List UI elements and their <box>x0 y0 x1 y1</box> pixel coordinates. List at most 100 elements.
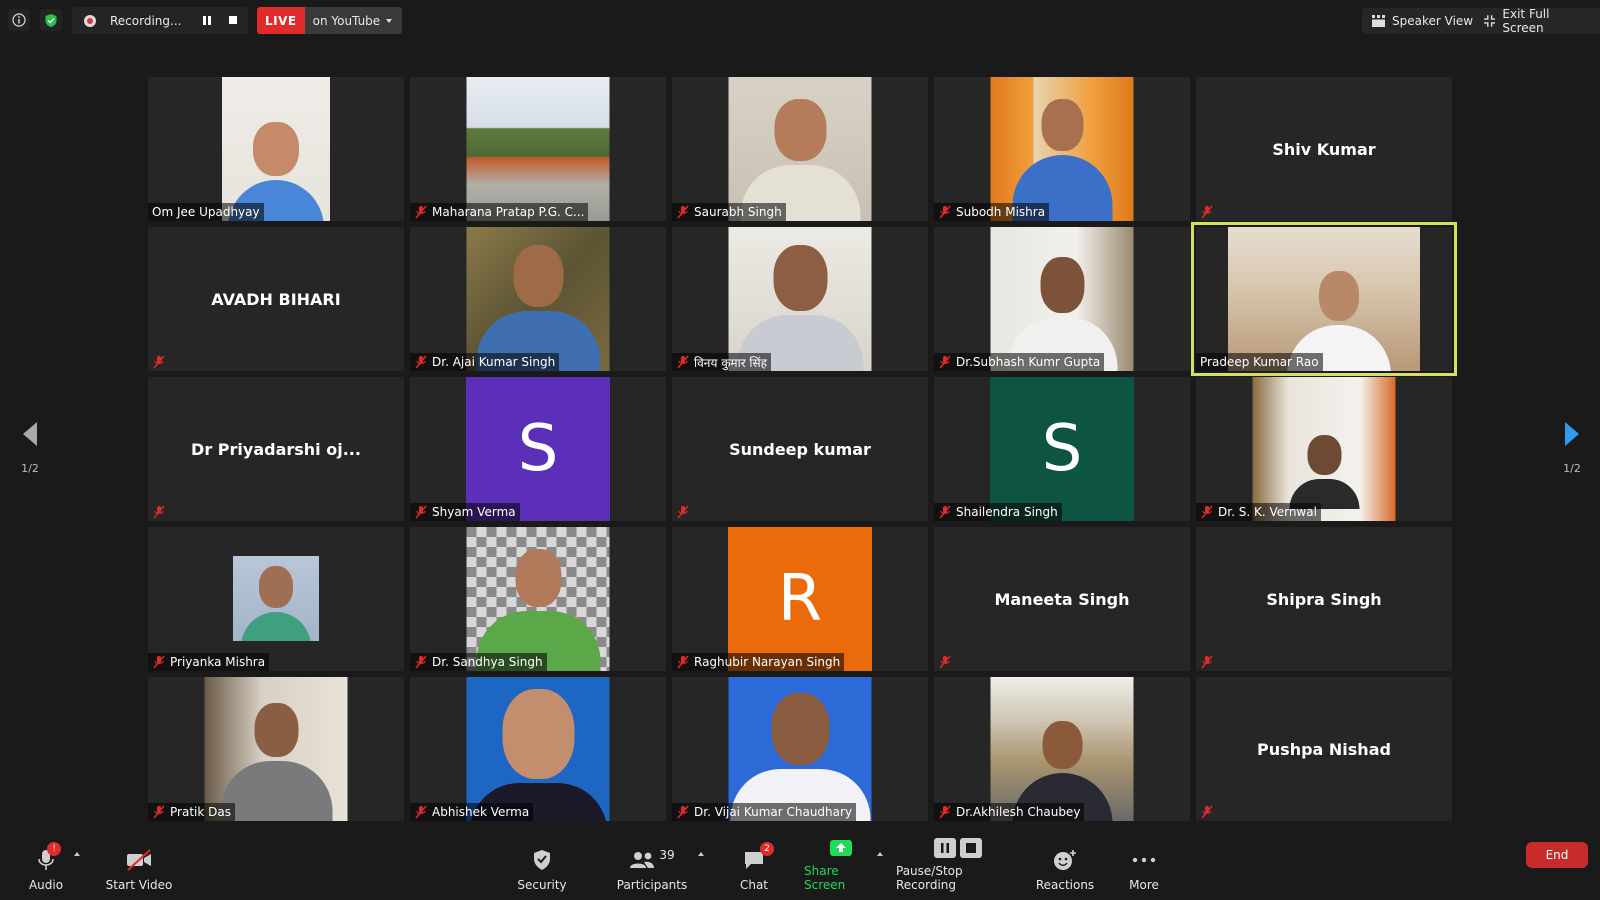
audio-button[interactable]: ! Audio <box>24 836 68 900</box>
participant-video <box>728 227 872 371</box>
more-icon <box>1132 857 1156 863</box>
participant-tile[interactable]: Sundeep kumar <box>672 377 928 521</box>
participant-name: Dr. Ajai Kumar Singh <box>432 355 556 369</box>
pause-recording-icon[interactable] <box>200 13 214 27</box>
mic-muted-icon <box>676 655 690 669</box>
mic-muted-icon <box>414 355 428 369</box>
participant-video <box>1228 227 1420 371</box>
end-meeting-button[interactable]: End <box>1526 842 1588 868</box>
previous-page-button[interactable]: 1/2 <box>10 420 50 475</box>
shield-icon[interactable] <box>40 9 62 31</box>
participant-tile[interactable]: विनय कुमार सिंह <box>672 227 928 371</box>
participant-video <box>990 77 1134 221</box>
audio-options-chevron-icon[interactable] <box>74 852 80 856</box>
participant-display-name: Maneeta Singh <box>994 589 1130 609</box>
speaker-view-icon <box>1372 15 1385 27</box>
participant-display-name: Shiv Kumar <box>1272 139 1376 159</box>
avatar: S <box>990 377 1134 521</box>
participant-name: Dr. Sandhya Singh <box>432 655 543 669</box>
participant-tile[interactable]: Saurabh Singh <box>672 77 928 221</box>
participant-video <box>728 77 872 221</box>
chevron-down-icon <box>386 18 393 23</box>
mic-muted-icon <box>938 805 952 819</box>
more-button[interactable]: More <box>1124 836 1164 900</box>
participant-name: Abhishek Verma <box>432 805 530 819</box>
participant-display-name: Pushpa Nishad <box>1257 739 1391 759</box>
participant-name: Pradeep Kumar Rao <box>1200 355 1319 369</box>
pause-stop-recording-button[interactable]: Pause/Stop Recording <box>896 836 1020 900</box>
mic-muted-icon <box>938 505 952 519</box>
participant-tile[interactable]: AVADH BIHARI <box>148 227 404 371</box>
start-video-button[interactable]: Start Video <box>104 836 174 900</box>
participant-tile[interactable]: R Raghubir Narayan Singh <box>672 527 928 671</box>
info-icon[interactable] <box>8 9 30 31</box>
participant-name: Priyanka Mishra <box>170 655 266 669</box>
participants-button[interactable]: 39 Participants <box>614 836 690 900</box>
participant-tile[interactable]: Dr. Sandhya Singh <box>410 527 666 671</box>
participant-name: Shyam Verma <box>432 505 516 519</box>
participant-tile[interactable]: Subodh Mishra <box>934 77 1190 221</box>
mic-muted-icon <box>414 655 428 669</box>
stop-recording-icon[interactable] <box>226 13 240 27</box>
participant-tile[interactable]: Maneeta Singh <box>934 527 1190 671</box>
participant-tile[interactable]: Maharana Pratap P.G. C... <box>410 77 666 221</box>
participant-tile[interactable]: Shiv Kumar <box>1196 77 1452 221</box>
participant-tile[interactable]: Abhishek Verma <box>410 677 666 821</box>
reactions-button[interactable]: Reactions <box>1036 836 1094 900</box>
live-stream-button[interactable]: LIVE on YouTube <box>257 7 403 34</box>
mic-muted-icon <box>152 805 166 819</box>
participant-name: विनय कुमार सिंह <box>694 355 768 370</box>
mic-muted-icon <box>414 505 428 519</box>
mic-muted-icon <box>676 805 690 819</box>
mic-muted-icon <box>152 655 166 669</box>
share-screen-button[interactable]: Share Screen <box>804 836 878 900</box>
participant-tile[interactable]: S Shailendra Singh <box>934 377 1190 521</box>
participant-display-name: Sundeep kumar <box>729 439 871 459</box>
participant-name: Subodh Mishra <box>956 205 1046 219</box>
exit-fullscreen-button[interactable]: Exit Full Screen <box>1474 7 1600 35</box>
chat-unread-badge: 2 <box>760 842 774 856</box>
participant-tile[interactable]: Om Jee Upadhyay <box>148 77 404 221</box>
participant-tile-active-speaker[interactable]: Pradeep Kumar Rao <box>1191 222 1457 376</box>
participant-name: Maharana Pratap P.G. C... <box>432 205 585 219</box>
participant-tile[interactable]: Dr.Akhilesh Chaubey <box>934 677 1190 821</box>
security-label: Security <box>517 878 567 892</box>
participant-tile[interactable]: Dr. S. K. Vernwal <box>1196 377 1452 521</box>
share-options-chevron-icon[interactable] <box>877 852 883 856</box>
reactions-label: Reactions <box>1035 878 1095 892</box>
participant-display-name: AVADH BIHARI <box>211 289 341 309</box>
participants-count: 39 <box>659 848 675 862</box>
participants-label: Participants <box>616 878 688 892</box>
participant-tile[interactable]: Pushpa Nishad <box>1196 677 1452 821</box>
mic-muted-icon <box>938 205 952 219</box>
participant-tile[interactable]: Dr. Ajai Kumar Singh <box>410 227 666 371</box>
participant-video <box>466 77 610 221</box>
mic-muted-icon <box>676 355 690 369</box>
speaker-view-button[interactable]: Speaker View <box>1362 8 1484 34</box>
participant-tile[interactable]: S Shyam Verma <box>410 377 666 521</box>
page-indicator-right: 1/2 <box>1563 462 1581 475</box>
chat-button[interactable]: 2 Chat <box>734 836 774 900</box>
share-screen-label: Share Screen <box>804 864 846 892</box>
recording-dot-icon <box>84 14 96 27</box>
mic-muted-icon <box>414 205 428 219</box>
reactions-icon <box>1054 850 1076 870</box>
stop-icon <box>960 838 982 858</box>
next-page-button[interactable]: 1/2 <box>1552 420 1592 475</box>
participant-tile[interactable]: Pratik Das <box>148 677 404 821</box>
participant-gallery: Om Jee Upadhyay Maharana Pratap P.G. C..… <box>148 77 1457 821</box>
video-off-icon <box>127 849 151 871</box>
participant-tile[interactable]: Dr. Vijai Kumar Chaudhary <box>672 677 928 821</box>
participants-options-chevron-icon[interactable] <box>698 852 704 856</box>
mic-muted-icon <box>1200 655 1214 669</box>
arrow-right-icon <box>1565 422 1579 446</box>
participant-tile[interactable]: Dr.Subhash Kumr Gupta <box>934 227 1190 371</box>
exit-fullscreen-label: Exit Full Screen <box>1502 7 1550 35</box>
participant-name: Pratik Das <box>170 805 231 819</box>
participant-tile[interactable]: Priyanka Mishra <box>148 527 404 671</box>
security-button[interactable]: Security <box>516 836 568 900</box>
participant-tile[interactable]: Shipra Singh <box>1196 527 1452 671</box>
mic-muted-icon <box>152 355 166 369</box>
speaker-view-label: Speaker View <box>1392 14 1474 28</box>
participant-tile[interactable]: Dr Priyadarshi oj... <box>148 377 404 521</box>
